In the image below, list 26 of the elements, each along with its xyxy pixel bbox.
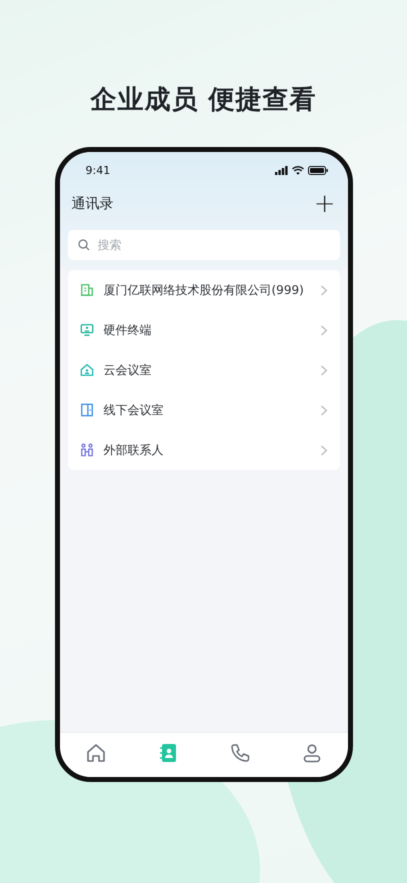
wifi-icon (292, 166, 304, 174)
phone-icon[interactable] (228, 742, 250, 764)
directory-item[interactable]: 硬件终端 (68, 310, 340, 350)
status-time: 9:41 (86, 164, 110, 176)
battery-icon (308, 166, 328, 174)
directory-item[interactable]: 外部联系人 (68, 430, 340, 470)
person-icon[interactable] (300, 742, 322, 764)
chevron-icon (320, 324, 328, 336)
search-field[interactable]: 搜索 (68, 230, 340, 260)
directory-item[interactable]: 线下会议室 (68, 390, 340, 430)
signal-icon (274, 166, 288, 174)
home-icon[interactable] (84, 742, 106, 764)
monitor-icon (80, 323, 94, 337)
add-button[interactable]: + (314, 191, 336, 217)
people-icon (80, 443, 94, 457)
chevron-icon (320, 404, 328, 416)
directory-item[interactable]: 厦门亿联网络技术股份有限公司(999) (68, 270, 340, 310)
house-icon (80, 363, 94, 377)
page-title: 通讯录 (72, 195, 114, 213)
headline: 企业成员 便捷查看 (90, 84, 317, 117)
chevron-icon (320, 444, 328, 456)
chevron-icon (320, 364, 328, 376)
chevron-icon (320, 284, 328, 296)
door-icon (80, 403, 94, 417)
directory-item[interactable]: 云会议室 (68, 350, 340, 390)
building-icon (80, 283, 94, 297)
